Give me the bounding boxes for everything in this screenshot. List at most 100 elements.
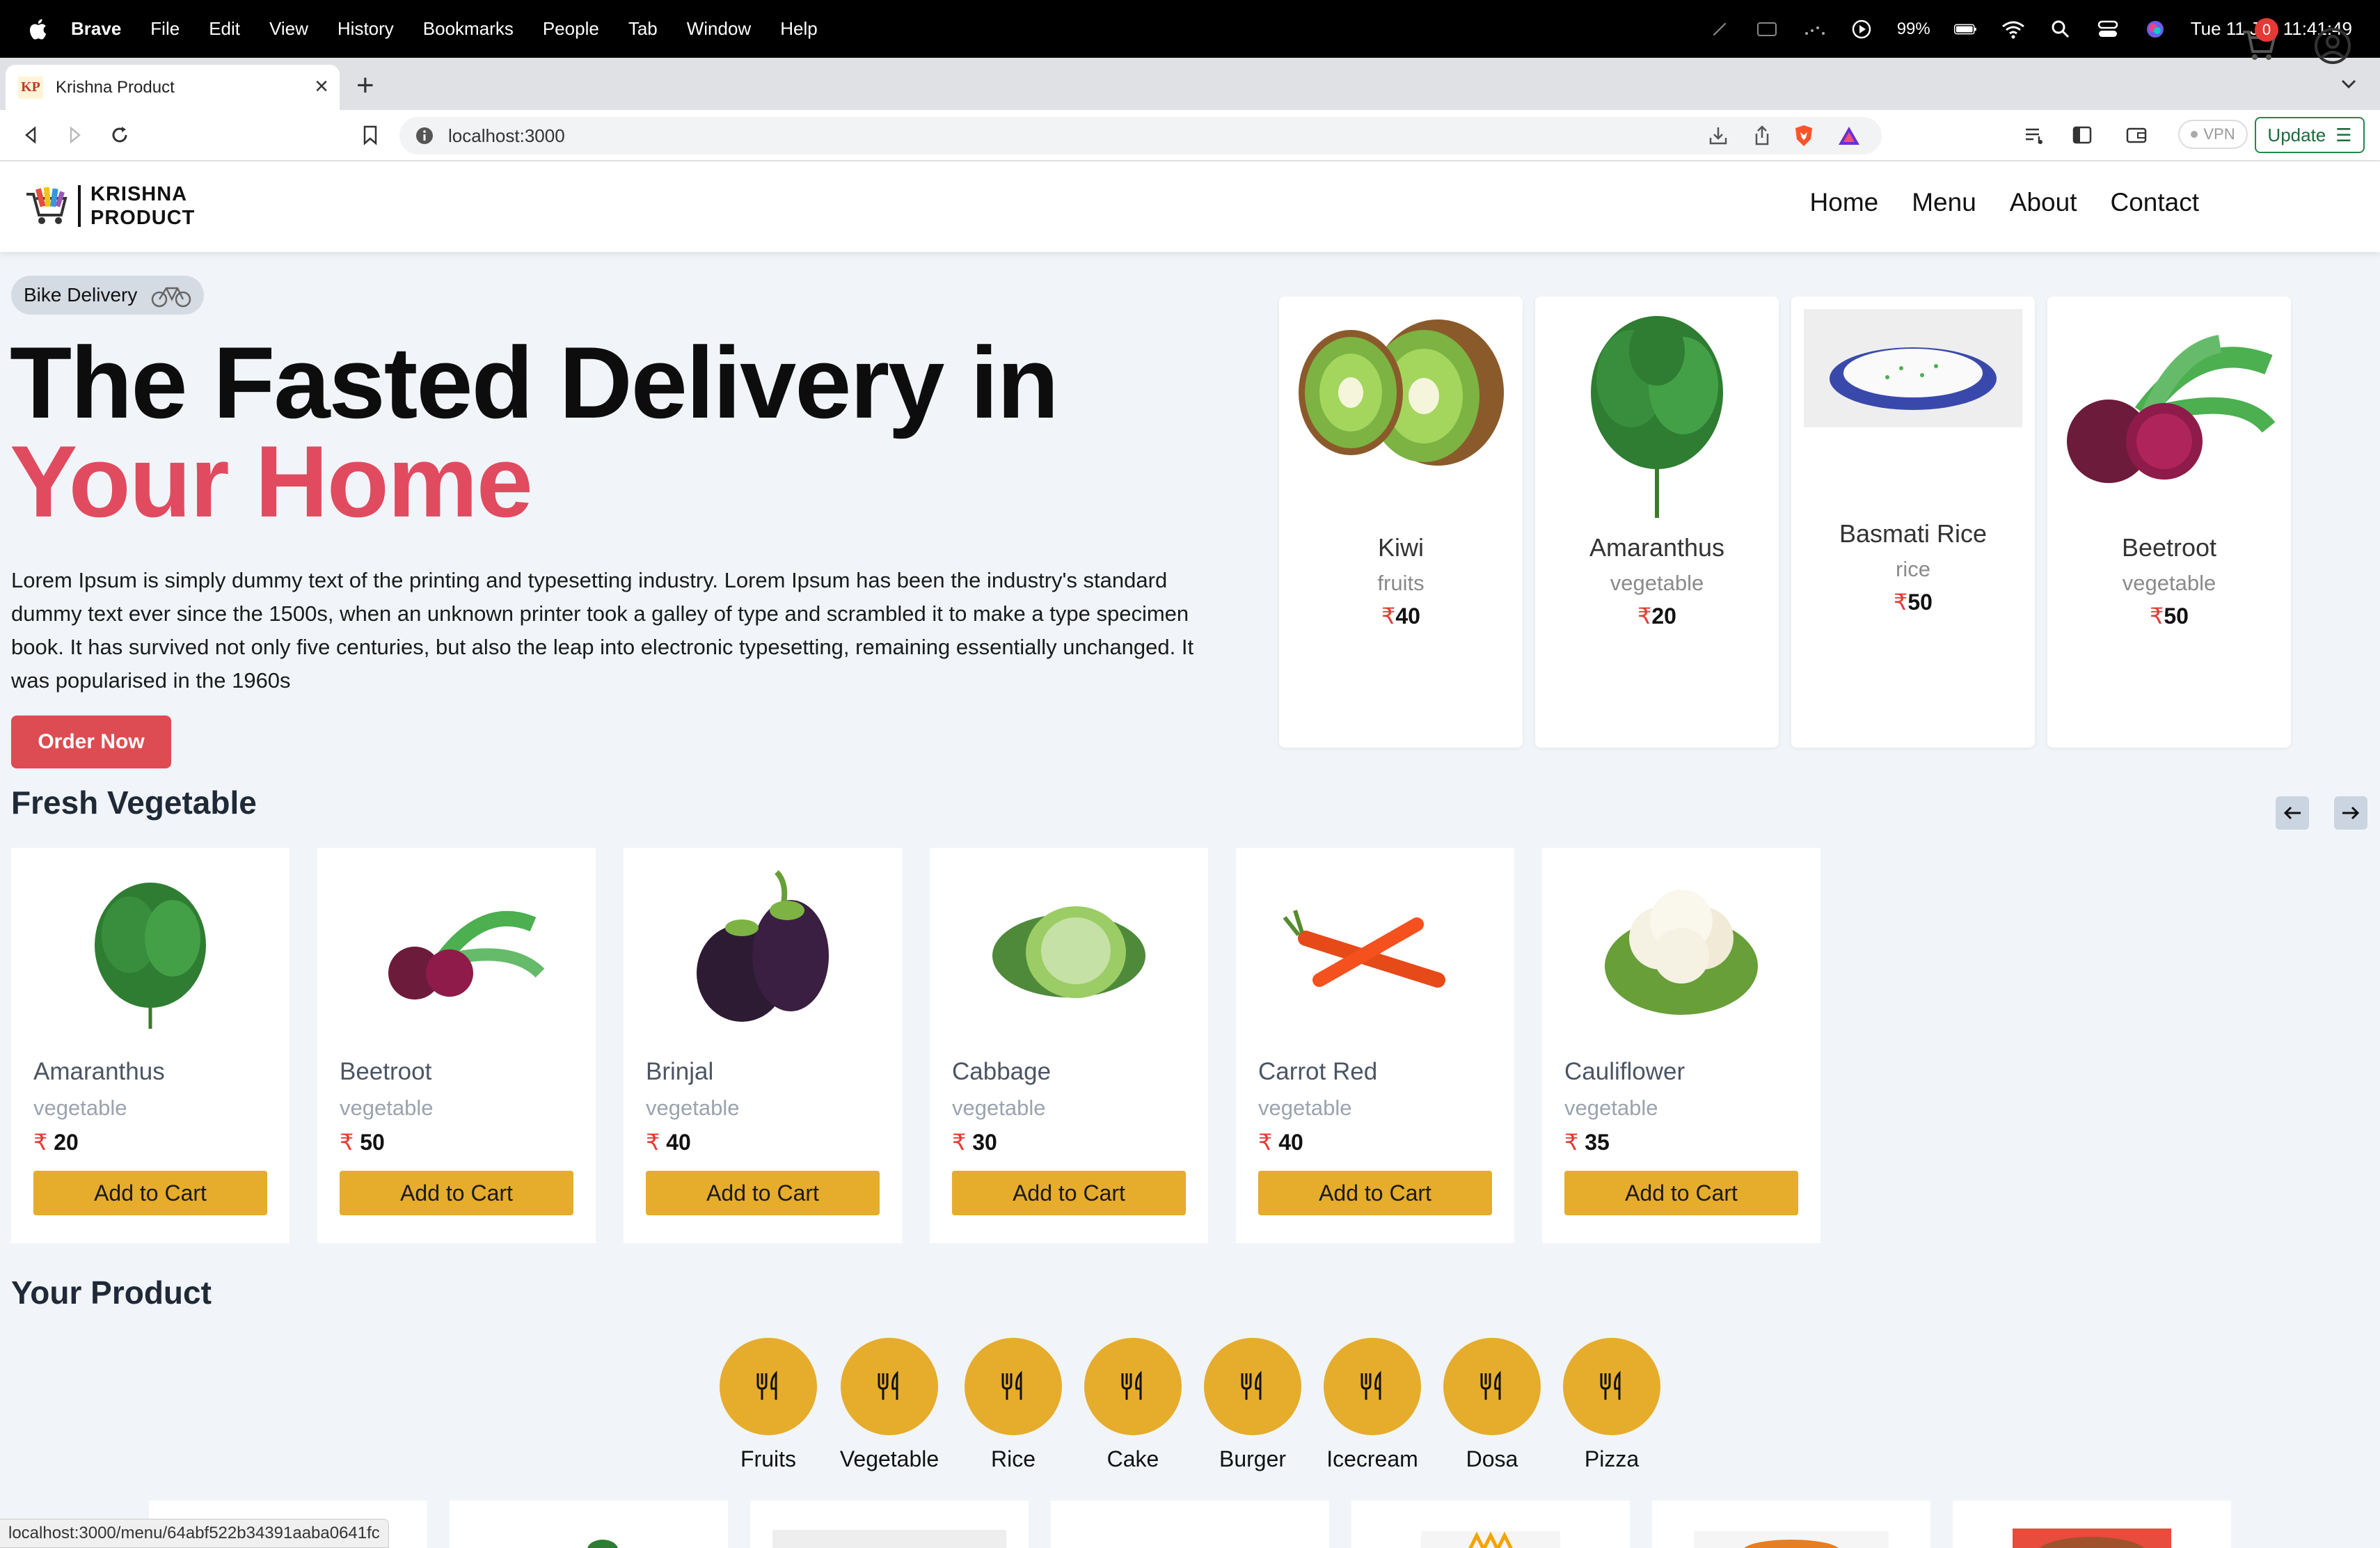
status-bar-url: localhost:3000/menu/64abf522b34391aaba06… — [0, 1519, 389, 1548]
back-icon[interactable] — [18, 123, 43, 148]
product-card[interactable] — [450, 1501, 728, 1548]
siri-icon[interactable] — [2143, 19, 2167, 40]
bike-delivery-label: Bike Delivery — [24, 284, 138, 306]
order-now-button[interactable]: Order Now — [11, 716, 171, 768]
add-to-cart-button[interactable]: Add to Cart — [646, 1171, 880, 1215]
category-filter-dosa[interactable]: Dosa — [1436, 1338, 1548, 1472]
scroll-right-button[interactable] — [2334, 796, 2367, 830]
hero-product-card[interactable]: Basmati Rice rice ₹50 — [1791, 297, 2035, 748]
battery-icon[interactable] — [1953, 19, 1978, 40]
add-to-cart-button[interactable]: Add to Cart — [340, 1171, 573, 1215]
menu-edit[interactable]: Edit — [209, 18, 240, 40]
product-card[interactable] — [750, 1501, 1029, 1548]
vegetable-price: ₹ 20 — [33, 1129, 79, 1155]
hero-card-category: rice — [1896, 557, 1930, 581]
reload-icon[interactable] — [107, 123, 132, 148]
menu-view[interactable]: View — [269, 18, 308, 40]
update-button[interactable]: Update ☰ — [2255, 117, 2365, 153]
cutlery-icon — [1443, 1338, 1541, 1435]
menu-history[interactable]: History — [338, 18, 394, 40]
bookmark-icon[interactable] — [358, 123, 383, 148]
brave-rewards-icon[interactable] — [1837, 125, 1861, 150]
product-card[interactable] — [1051, 1501, 1329, 1548]
download-icon[interactable] — [1708, 125, 1729, 150]
hero-product-card[interactable]: Amaranthus vegetable ₹20 — [1535, 297, 1779, 748]
category-filter-fruits[interactable]: Fruits — [713, 1338, 824, 1472]
brave-shields-icon[interactable] — [1793, 124, 1815, 151]
vpn-button[interactable]: VPN — [2178, 120, 2248, 149]
product-card[interactable] — [1652, 1501, 1930, 1548]
sound-icon[interactable] — [1802, 19, 1826, 40]
vegetable-card[interactable]: Brinjal vegetable ₹ 40 Add to Cart — [624, 848, 902, 1243]
cutlery-icon — [1084, 1338, 1182, 1435]
menu-window[interactable]: Window — [687, 18, 751, 40]
cutlery-icon — [1204, 1338, 1301, 1435]
play-icon[interactable] — [1850, 19, 1873, 40]
wifi-icon[interactable] — [2001, 19, 2025, 40]
vegetable-price-value: 40 — [1278, 1130, 1303, 1155]
hero-card-name: Basmati Rice — [1839, 519, 1988, 548]
pen-off-icon[interactable] — [1708, 19, 1731, 40]
sidebar-icon[interactable] — [2070, 123, 2095, 148]
hero-product-card[interactable]: Beetroot vegetable ₹50 — [2047, 297, 2291, 748]
add-to-cart-button[interactable]: Add to Cart — [1564, 1171, 1798, 1215]
playlist-icon[interactable] — [2022, 123, 2047, 148]
menu-people[interactable]: People — [543, 18, 599, 40]
wallet-icon[interactable] — [2124, 123, 2149, 148]
menu-help[interactable]: Help — [780, 18, 817, 40]
nav-home[interactable]: Home — [1810, 188, 1879, 217]
nav-about[interactable]: About — [2010, 188, 2077, 217]
browser-tab[interactable]: KP Krishna Product × — [6, 65, 340, 110]
vegetable-price: ₹ 40 — [1258, 1129, 1303, 1155]
vegetable-card[interactable]: Carrot Red vegetable ₹ 40 Add to Cart — [1236, 848, 1514, 1243]
new-tab-icon[interactable]: + — [356, 70, 374, 101]
close-tab-icon[interactable]: × — [315, 74, 328, 98]
site-info-icon[interactable] — [415, 126, 434, 145]
screen-icon[interactable] — [1755, 19, 1779, 40]
site-logo[interactable]: KRISHNA PRODUCT — [24, 182, 195, 230]
menu-bookmarks[interactable]: Bookmarks — [423, 18, 514, 40]
vegetable-price: ₹ 50 — [340, 1129, 385, 1155]
apple-icon[interactable] — [26, 17, 51, 42]
control-center-icon[interactable] — [2096, 19, 2120, 40]
favicon: KP — [18, 76, 43, 99]
menu-file[interactable]: File — [150, 18, 180, 40]
hero-product-card[interactable]: Kiwi fruits ₹40 — [1279, 297, 1523, 748]
share-icon[interactable] — [1752, 125, 1772, 150]
category-filter-cake[interactable]: Cake — [1077, 1338, 1189, 1472]
add-to-cart-button[interactable]: Add to Cart — [33, 1171, 267, 1215]
category-filter-icecream[interactable]: Icecream — [1317, 1338, 1428, 1472]
nav-menu[interactable]: Menu — [1912, 188, 1976, 217]
vegetable-card[interactable]: Cabbage vegetable ₹ 30 Add to Cart — [930, 848, 1208, 1243]
vegetable-card[interactable]: Beetroot vegetable ₹ 50 Add to Cart — [317, 848, 596, 1243]
your-product-title: Your Product — [11, 1274, 212, 1311]
bike-delivery-badge: Bike Delivery — [11, 276, 205, 315]
rupee-symbol: ₹ — [646, 1130, 660, 1155]
nav-contact[interactable]: Contact — [2110, 188, 2199, 217]
logo-line-2: PRODUCT — [90, 207, 196, 229]
chevron-down-icon[interactable] — [2338, 73, 2359, 94]
category-filter-vegetable[interactable]: Vegetable — [834, 1338, 945, 1472]
add-to-cart-button[interactable]: Add to Cart — [952, 1171, 1186, 1215]
spotlight-search-icon[interactable] — [2049, 19, 2072, 40]
category-filter-pizza[interactable]: Pizza — [1556, 1338, 1667, 1472]
menu-tab[interactable]: Tab — [628, 18, 658, 40]
product-card[interactable] — [1351, 1501, 1630, 1548]
vegetable-card[interactable]: Cauliflower vegetable ₹ 35 Add to Cart — [1542, 848, 1820, 1243]
address-bar[interactable]: localhost:3000 — [399, 117, 1882, 155]
product-card[interactable] — [1953, 1501, 2231, 1548]
category-filter-rice[interactable]: Rice — [958, 1338, 1069, 1472]
cutlery-icon — [720, 1338, 817, 1435]
rupee-symbol: ₹ — [1381, 603, 1396, 629]
vegetable-card[interactable]: Amaranthus vegetable ₹ 20 Add to Cart — [11, 848, 289, 1243]
rupee-symbol: ₹ — [952, 1130, 967, 1155]
scroll-left-button[interactable] — [2276, 796, 2309, 830]
category-filter-burger[interactable]: Burger — [1197, 1338, 1308, 1472]
menu-app-name[interactable]: Brave — [71, 18, 121, 40]
vegetable-price-value: 30 — [972, 1130, 997, 1155]
user-account-icon[interactable] — [2313, 26, 2352, 65]
add-to-cart-button[interactable]: Add to Cart — [1258, 1171, 1492, 1215]
vegetable-name: Amaranthus — [33, 1058, 165, 1085]
hero-card-price: ₹20 — [1535, 603, 1779, 629]
forward-icon[interactable] — [63, 123, 88, 148]
